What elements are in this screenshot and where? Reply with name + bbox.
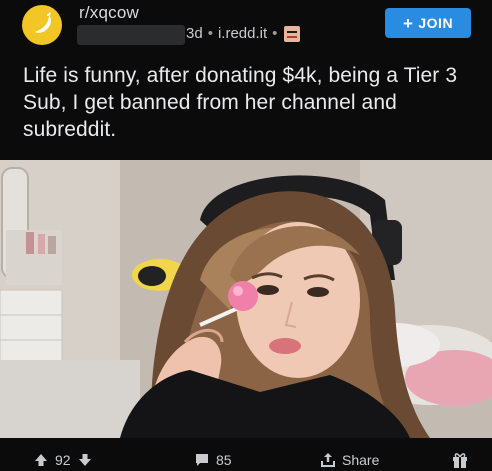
post-header: r/xqcow 3d • i.redd.it • + JOIN	[0, 0, 492, 52]
share-icon	[321, 453, 335, 467]
comment-count: 85	[216, 452, 232, 468]
arrow-down-icon[interactable]	[77, 452, 93, 468]
comment-icon	[196, 454, 208, 466]
banana-icon	[35, 12, 52, 33]
post-domain[interactable]: i.redd.it	[218, 25, 267, 42]
join-label: JOIN	[418, 15, 454, 31]
post-image[interactable]	[0, 160, 492, 438]
action-bar: 92 85 Share	[0, 440, 492, 471]
photo-illustration	[0, 160, 492, 438]
vote-count: 92	[55, 452, 71, 468]
plus-icon: +	[402, 13, 414, 33]
post-age: 3d	[186, 25, 203, 42]
join-button[interactable]: + JOIN	[385, 8, 471, 38]
subreddit-avatar[interactable]	[22, 5, 62, 45]
post-title[interactable]: Life is funny, after donating $4k, being…	[23, 62, 475, 143]
reddit-post-card: r/xqcow 3d • i.redd.it • + JOIN Life is …	[0, 0, 492, 471]
meta-separator: •	[272, 25, 278, 42]
arrow-up-icon[interactable]	[33, 452, 49, 468]
post-meta: 3d • i.redd.it •	[186, 25, 301, 42]
gift-icon[interactable]	[452, 451, 468, 469]
comments-button[interactable]: 85	[194, 452, 232, 468]
share-button[interactable]: Share	[320, 452, 379, 468]
meta-separator: •	[207, 25, 213, 42]
vote-group: 92	[33, 452, 93, 468]
subreddit-name[interactable]: r/xqcow	[79, 3, 139, 23]
redacted-username	[77, 25, 185, 45]
share-label: Share	[342, 452, 380, 468]
face-emoji-icon	[284, 25, 301, 42]
